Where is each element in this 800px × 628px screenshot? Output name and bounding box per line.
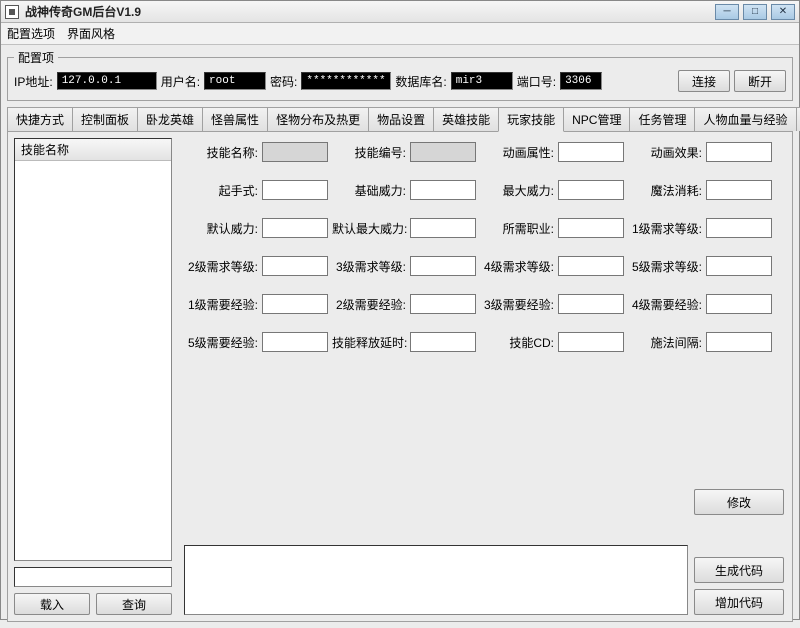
field-input-23[interactable] — [706, 332, 772, 352]
code-textarea[interactable] — [184, 545, 688, 615]
pwd-label: 密码: — [270, 73, 297, 90]
field-input-19[interactable] — [706, 294, 772, 314]
field-label-1: 技能编号: — [332, 144, 406, 161]
field-label-4: 起手式: — [184, 182, 258, 199]
field-input-15[interactable] — [706, 256, 772, 276]
field-label-7: 魔法消耗: — [628, 182, 702, 199]
minimize-button[interactable]: ─ — [715, 4, 739, 20]
field-label-11: 1级需求等级: — [628, 220, 702, 237]
field-label-15: 5级需求等级: — [628, 258, 702, 275]
user-label: 用户名: — [161, 73, 200, 90]
db-label: 数据库名: — [395, 73, 446, 90]
field-label-13: 3级需求等级: — [332, 258, 406, 275]
field-input-16[interactable] — [262, 294, 328, 314]
field-input-12[interactable] — [262, 256, 328, 276]
field-label-12: 2级需求等级: — [184, 258, 258, 275]
ip-label: IP地址: — [14, 73, 53, 90]
field-grid: 技能名称: 技能编号: 动画属性: 动画效果: 起手式: 基础威力: 最大威力: 魔法消耗: 默… — [184, 142, 784, 352]
field-label-18: 3级需要经验: — [480, 296, 554, 313]
field-label-14: 4级需求等级: — [480, 258, 554, 275]
tabbar: 快捷方式控制面板卧龙英雄怪兽属性怪物分布及热更物品设置英雄技能玩家技能NPC管理… — [7, 107, 793, 132]
skill-list-header: 技能名称 — [15, 139, 171, 161]
config-legend: 配置项 — [14, 49, 58, 66]
tabbody: 技能名称 载入 查询 技能名称: 技能编号: 动画属性: 动画效果: 起手式: 基础威力:… — [7, 132, 793, 622]
field-label-3: 动画效果: — [628, 144, 702, 161]
field-label-19: 4级需要经验: — [628, 296, 702, 313]
menubar: 配置选项 界面风格 — [1, 23, 799, 45]
maximize-button[interactable]: □ — [743, 4, 767, 20]
field-label-16: 1级需要经验: — [184, 296, 258, 313]
tab-6[interactable]: 英雄技能 — [433, 107, 499, 131]
field-label-20: 5级需要经验: — [184, 334, 258, 351]
field-input-22[interactable] — [558, 332, 624, 352]
field-label-23: 施法间隔: — [628, 334, 702, 351]
tab-1[interactable]: 控制面板 — [72, 107, 138, 131]
field-input-9[interactable] — [410, 218, 476, 238]
field-label-2: 动画属性: — [480, 144, 554, 161]
tab-0[interactable]: 快捷方式 — [7, 107, 73, 131]
load-button[interactable]: 载入 — [14, 593, 90, 615]
field-input-14[interactable] — [558, 256, 624, 276]
field-label-10: 所需职业: — [480, 220, 554, 237]
field-input-7[interactable] — [706, 180, 772, 200]
field-input-10[interactable] — [558, 218, 624, 238]
modify-button[interactable]: 修改 — [694, 489, 784, 515]
tab-8[interactable]: NPC管理 — [563, 107, 630, 131]
menu-style[interactable]: 界面风格 — [67, 25, 115, 42]
window-title: 战神传奇GM后台V1.9 — [25, 3, 715, 20]
field-label-17: 2级需要经验: — [332, 296, 406, 313]
gen-code-button[interactable]: 生成代码 — [694, 557, 784, 583]
field-input-4[interactable] — [262, 180, 328, 200]
field-input-2[interactable] — [558, 142, 624, 162]
field-input-17[interactable] — [410, 294, 476, 314]
tab-10[interactable]: 人物血量与经验 — [694, 107, 796, 131]
user-input[interactable] — [204, 72, 266, 90]
field-input-5[interactable] — [410, 180, 476, 200]
field-label-0: 技能名称: — [184, 144, 258, 161]
field-input-11[interactable] — [706, 218, 772, 238]
field-input-6[interactable] — [558, 180, 624, 200]
tab-4[interactable]: 怪物分布及热更 — [267, 107, 369, 131]
query-button[interactable]: 查询 — [96, 593, 172, 615]
field-input-3[interactable] — [706, 142, 772, 162]
field-input-21[interactable] — [410, 332, 476, 352]
pwd-input[interactable] — [301, 72, 391, 90]
skill-filter-input[interactable] — [14, 567, 172, 587]
field-input-8[interactable] — [262, 218, 328, 238]
tab-7[interactable]: 玩家技能 — [498, 107, 564, 132]
tab-9[interactable]: 任务管理 — [629, 107, 695, 131]
field-input-0[interactable] — [262, 142, 328, 162]
tab-2[interactable]: 卧龙英雄 — [137, 107, 203, 131]
field-label-5: 基础威力: — [332, 182, 406, 199]
connect-button[interactable]: 连接 — [678, 70, 730, 92]
menu-config[interactable]: 配置选项 — [7, 25, 55, 42]
field-input-1[interactable] — [410, 142, 476, 162]
ip-input[interactable] — [57, 72, 157, 90]
disconnect-button[interactable]: 断开 — [734, 70, 786, 92]
field-label-9: 默认最大威力: — [332, 220, 406, 237]
app-icon — [5, 5, 19, 19]
port-label: 端口号: — [517, 73, 556, 90]
add-code-button[interactable]: 增加代码 — [694, 589, 784, 615]
db-input[interactable] — [451, 72, 513, 90]
field-input-13[interactable] — [410, 256, 476, 276]
field-input-18[interactable] — [558, 294, 624, 314]
close-button[interactable]: ✕ — [771, 4, 795, 20]
port-input[interactable] — [560, 72, 602, 90]
field-label-8: 默认威力: — [184, 220, 258, 237]
tab-11[interactable]: 素材热更 — [796, 107, 800, 131]
field-label-21: 技能释放延时: — [332, 334, 406, 351]
tab-3[interactable]: 怪兽属性 — [202, 107, 268, 131]
tab-5[interactable]: 物品设置 — [368, 107, 434, 131]
field-label-22: 技能CD: — [480, 334, 554, 351]
skill-listbox[interactable]: 技能名称 — [14, 138, 172, 561]
titlebar: 战神传奇GM后台V1.9 ─ □ ✕ — [1, 1, 799, 23]
field-label-6: 最大威力: — [480, 182, 554, 199]
config-fieldset: 配置项 IP地址: 用户名: 密码: 数据库名: 端口号: 连接 断开 — [7, 49, 793, 101]
field-input-20[interactable] — [262, 332, 328, 352]
